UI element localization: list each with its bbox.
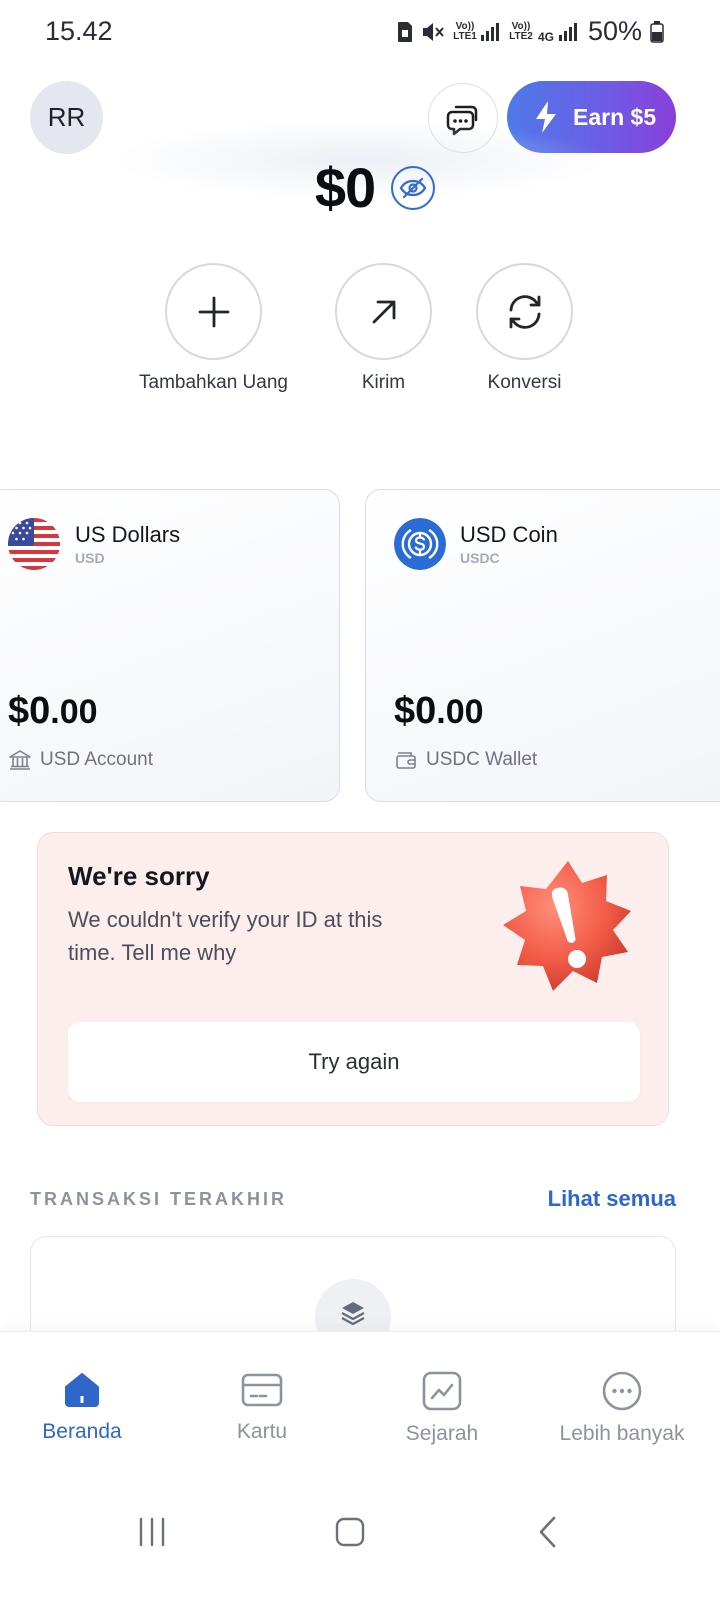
eye-off-icon bbox=[399, 177, 427, 198]
card-icon bbox=[241, 1373, 283, 1407]
sim2-label: Vo)) LTE2 bbox=[509, 20, 533, 42]
account-code: USD bbox=[75, 550, 105, 566]
sim1-label: Vo)) LTE1 bbox=[453, 20, 477, 42]
arrow-up-right-icon bbox=[372, 300, 395, 323]
mute-icon bbox=[422, 22, 444, 41]
balance-main: $0 bbox=[8, 690, 51, 732]
battery-icon bbox=[650, 20, 664, 43]
account-type-label: USDC Wallet bbox=[426, 749, 538, 770]
bottom-navigation: Beranda Kartu Sejarah Lebih banyak bbox=[0, 1331, 720, 1481]
battery-percent: 50% bbox=[587, 16, 642, 46]
send-action[interactable]: Kirim bbox=[315, 263, 452, 394]
account-subtitle: USDC Wallet bbox=[394, 748, 537, 772]
convert-action[interactable]: Konversi bbox=[456, 263, 593, 394]
chart-icon bbox=[422, 1371, 462, 1411]
nav-item-history[interactable]: Sejarah bbox=[352, 1370, 532, 1446]
home-square-icon bbox=[335, 1517, 365, 1547]
verification-error-banner: We're sorry We couldn't verify your ID a… bbox=[37, 832, 669, 1126]
plus-icon bbox=[198, 296, 229, 327]
more-icon bbox=[602, 1371, 642, 1411]
system-navigation-bar bbox=[0, 1481, 720, 1600]
nav-label: Lebih banyak bbox=[559, 1422, 685, 1445]
account-type-label: USD Account bbox=[40, 749, 153, 770]
add-money-button[interactable] bbox=[165, 263, 262, 360]
sim-card-icon bbox=[397, 21, 412, 42]
alert-message[interactable]: We couldn't verify your ID at this time.… bbox=[68, 903, 428, 969]
nav-label: Sejarah bbox=[405, 1422, 479, 1445]
bank-icon bbox=[9, 750, 31, 770]
hide-balance-toggle[interactable] bbox=[391, 165, 436, 210]
recent-apps-button[interactable] bbox=[122, 1507, 182, 1557]
add-money-label: Tambahkan Uang bbox=[139, 372, 288, 393]
usd-account-card[interactable]: US Dollars USD $0.00 USD Account bbox=[0, 489, 340, 802]
status-icons: Vo)) LTE1 Vo)) LTE2 4G 50% bbox=[397, 16, 664, 47]
back-button[interactable] bbox=[518, 1507, 578, 1557]
add-money-action[interactable]: Tambahkan Uang bbox=[130, 263, 297, 394]
status-bar: 15.42 Vo)) LTE1 Vo)) LTE2 4G 50% bbox=[0, 0, 720, 62]
account-balance: $0.00 bbox=[394, 690, 484, 733]
nav-label: Beranda bbox=[42, 1420, 122, 1443]
alert-title: We're sorry bbox=[68, 861, 210, 891]
network-type: 4G bbox=[537, 29, 554, 44]
recent-transactions-heading: TRANSAKSI TERAKHIR bbox=[30, 1189, 288, 1209]
home-system-button[interactable] bbox=[320, 1507, 380, 1557]
avatar-initials: RR bbox=[47, 102, 86, 132]
nav-item-home[interactable]: Beranda bbox=[0, 1370, 172, 1444]
nav-label: Kartu bbox=[236, 1420, 288, 1443]
refresh-icon bbox=[509, 294, 540, 329]
send-label: Kirim bbox=[361, 372, 406, 393]
usdc-coin-icon bbox=[394, 518, 446, 570]
signal-icon bbox=[480, 22, 499, 41]
usdc-wallet-card[interactable]: USD Coin USDC $0.00 USDC Wallet bbox=[365, 489, 720, 802]
us-flag-icon bbox=[8, 518, 60, 570]
status-time: 15.42 bbox=[45, 16, 113, 46]
try-again-button[interactable]: Try again bbox=[68, 1022, 640, 1102]
balance-cents: .00 bbox=[50, 693, 98, 731]
nav-item-more[interactable]: Lebih banyak bbox=[532, 1370, 712, 1446]
send-button[interactable] bbox=[335, 263, 432, 360]
account-balance: $0.00 bbox=[8, 690, 98, 733]
wallet-icon bbox=[396, 752, 416, 769]
warning-badge-icon bbox=[503, 861, 631, 991]
sim2-indicator: Vo)) LTE2 4G bbox=[508, 20, 578, 44]
balance-cents: .00 bbox=[436, 693, 484, 731]
account-code: USDC bbox=[460, 550, 500, 566]
home-icon bbox=[65, 1373, 99, 1407]
layers-icon bbox=[341, 1302, 365, 1326]
see-all-link[interactable]: Lihat semua bbox=[548, 1186, 676, 1212]
avatar[interactable]: RR bbox=[30, 81, 103, 154]
sim1-indicator: Vo)) LTE1 bbox=[453, 20, 500, 42]
total-balance: $0 bbox=[0, 155, 720, 220]
chevron-left-icon bbox=[539, 1516, 556, 1548]
account-subtitle: USD Account bbox=[8, 748, 153, 772]
convert-button[interactable] bbox=[476, 263, 573, 360]
balance-main: $0 bbox=[394, 690, 437, 732]
signal-icon bbox=[558, 22, 577, 41]
recent-apps-icon bbox=[139, 1517, 165, 1547]
nav-item-card[interactable]: Kartu bbox=[172, 1370, 352, 1444]
balance-amount: $0 bbox=[314, 156, 376, 219]
convert-label: Konversi bbox=[487, 372, 562, 393]
account-name: USD Coin bbox=[460, 522, 558, 547]
account-name: US Dollars bbox=[75, 522, 181, 547]
